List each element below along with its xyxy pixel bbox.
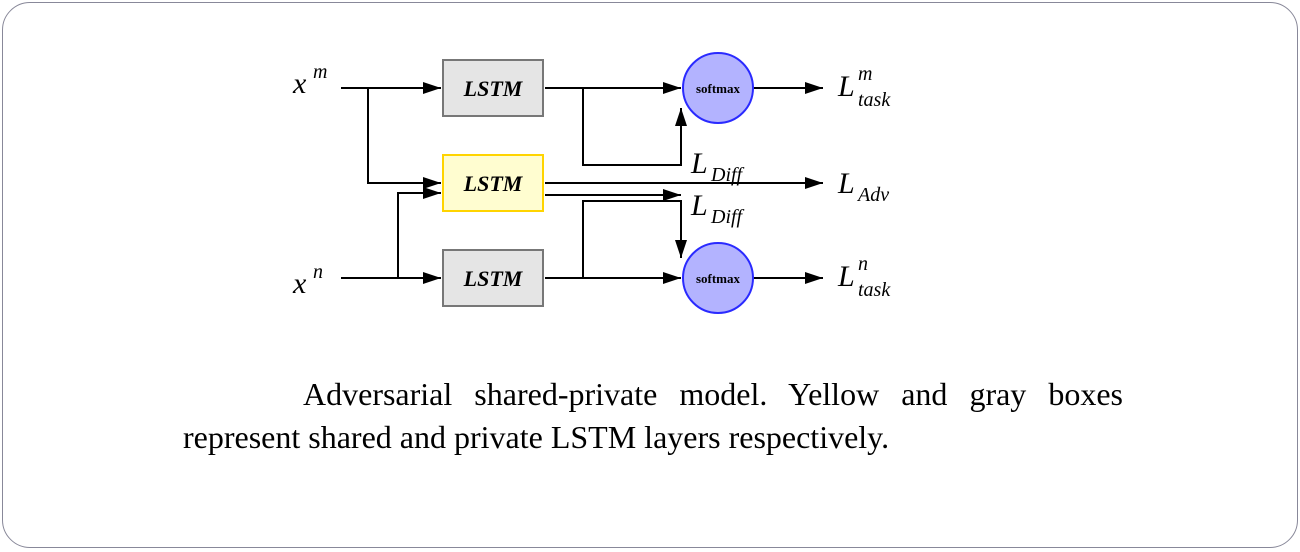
input-x-m: x m [292,61,327,100]
svg-text:L: L [690,189,708,222]
svg-text:L: L [837,260,855,293]
svg-text:m: m [858,63,872,85]
lstm-top: LSTM [443,60,543,116]
output-L-task-m: L m task [837,63,891,111]
svg-text:LSTM: LSTM [463,76,524,101]
input-x-n: x n [292,261,323,300]
softmax-top: softmax [683,53,753,123]
diagram-container: x m x n [283,33,1003,333]
svg-text:L: L [837,70,855,103]
svg-text:softmax: softmax [696,81,741,96]
figure-frame: x m x n [2,2,1298,548]
svg-text:x: x [292,267,307,300]
svg-text:x: x [292,67,307,100]
svg-text:n: n [313,261,323,283]
output-L-diff-top: L Diff [690,147,745,186]
svg-text:softmax: softmax [696,271,741,286]
output-L-diff-bot: L Diff [690,189,745,228]
lstm-shared: LSTM [443,155,543,211]
routing-lines [341,88,823,278]
figure-caption: Adversarial shared-private model. Yellow… [183,373,1123,459]
output-L-adv: L Adv [837,167,889,206]
svg-text:Diff: Diff [710,206,745,228]
output-L-task-n: L n task [837,253,891,301]
svg-text:m: m [313,61,327,83]
svg-text:L: L [837,167,855,200]
svg-text:LSTM: LSTM [463,171,524,196]
svg-text:L: L [690,147,708,180]
svg-text:Adv: Adv [856,184,889,206]
svg-text:task: task [858,279,891,301]
svg-text:n: n [858,253,868,275]
svg-text:Diff: Diff [710,164,745,186]
svg-text:LSTM: LSTM [463,266,524,291]
softmax-bottom: softmax [683,243,753,313]
caption-text: Adversarial shared-private model. Yellow… [183,376,1123,455]
lstm-bottom: LSTM [443,250,543,306]
svg-text:task: task [858,89,891,111]
